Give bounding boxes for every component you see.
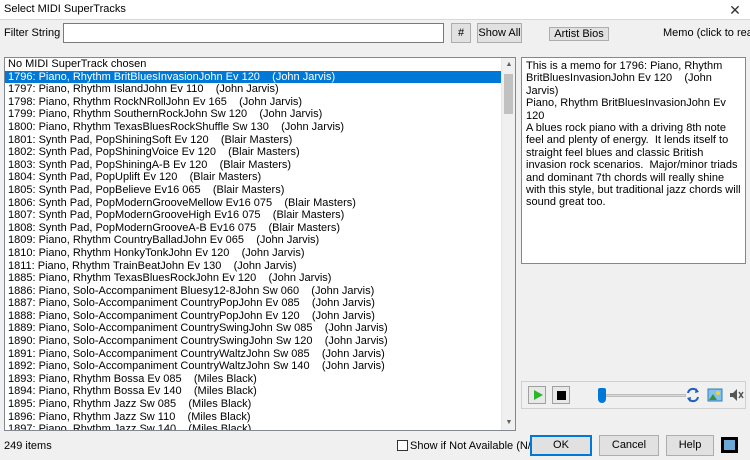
list-item[interactable]: 1809: Piano, Rhythm CountryBalladJohn Ev…	[5, 234, 502, 247]
list-item[interactable]: 1803: Synth Pad, PopShiningA-B Ev 120 (B…	[5, 159, 502, 172]
list-scrollbar[interactable]: ▲ ▼	[501, 58, 515, 430]
ok-button[interactable]: OK	[530, 435, 592, 456]
memo-line: A blues rock piano with a driving 8th no…	[526, 122, 741, 209]
item-count: 249 items	[4, 440, 52, 452]
list-item[interactable]: 1894: Piano, Rhythm Bossa Ev 140 (Miles …	[5, 385, 502, 398]
show-all-button[interactable]: Show All	[477, 23, 522, 43]
filter-label: Filter String	[4, 27, 61, 39]
list-item[interactable]: 1799: Piano, Rhythm SouthernRockJohn Sw …	[5, 108, 502, 121]
picture-icon	[707, 388, 723, 402]
scroll-down-icon[interactable]: ▼	[502, 416, 515, 430]
memo-line: This is a memo for 1796: Piano, Rhythm B…	[526, 60, 723, 97]
list-item[interactable]: 1804: Synth Pad, PopUplift Ev 120 (Blair…	[5, 171, 502, 184]
list-item[interactable]: 1897: Piano, Rhythm Jazz Sw 140 (Miles B…	[5, 423, 502, 430]
loop-icon	[687, 387, 699, 403]
loop-button[interactable]	[685, 387, 701, 403]
filter-input[interactable]	[63, 23, 444, 43]
player-controls	[521, 381, 746, 409]
stop-icon	[557, 391, 566, 400]
supertrack-list[interactable]: No MIDI SuperTrack chosen 1796: Piano, Rh…	[4, 57, 516, 431]
list-item[interactable]: 1885: Piano, Rhythm TexasBluesRockJohn E…	[5, 272, 502, 285]
list-item[interactable]: 1800: Piano, Rhythm TexasBluesRockShuffl…	[5, 121, 502, 134]
stop-button[interactable]	[552, 386, 570, 404]
list-item[interactable]: 1801: Synth Pad, PopShiningSoft Ev 120 (…	[5, 134, 502, 147]
playback-slider-thumb[interactable]	[598, 388, 606, 403]
list-item[interactable]: 1887: Piano, Solo-Accompaniment CountryP…	[5, 297, 502, 310]
list-item[interactable]: 1811: Piano, Rhythm TrainBeatJohn Ev 130…	[5, 260, 502, 273]
memo-line: Piano, Rhythm BritBluesInvasionJohn Ev 1…	[526, 97, 726, 122]
list-item[interactable]: 1806: Synth Pad, PopModernGrooveMellow E…	[5, 197, 502, 210]
supertrack-rows: No MIDI SuperTrack chosen 1796: Piano, Rh…	[5, 58, 502, 430]
memo-text: This is a memo for 1796: Piano, Rhythm B…	[526, 60, 741, 209]
list-item[interactable]: 1890: Piano, Solo-Accompaniment CountryS…	[5, 335, 502, 348]
memo-box[interactable]: This is a memo for 1796: Piano, Rhythm B…	[521, 57, 746, 264]
list-item[interactable]: 1810: Piano, Rhythm HonkyTonkJohn Ev 120…	[5, 247, 502, 260]
list-item[interactable]: 1805: Synth Pad, PopBelieve Ev16 065 (Bl…	[5, 184, 502, 197]
playback-slider-track[interactable]	[598, 394, 686, 397]
help-button[interactable]: Help	[666, 435, 714, 456]
artist-bios-button[interactable]: Artist Bios	[549, 27, 609, 41]
close-icon[interactable]: ✕	[720, 0, 750, 20]
list-item[interactable]: 1808: Synth Pad, PopModernGrooveA-B Ev16…	[5, 222, 502, 235]
title-bar: Select MIDI SuperTracks ✕	[0, 0, 750, 20]
show-na-checkbox[interactable]	[397, 440, 408, 451]
speaker-button[interactable]	[728, 387, 744, 403]
play-icon	[534, 390, 543, 400]
speaker-icon	[730, 389, 744, 401]
list-item[interactable]: 1802: Synth Pad, PopShiningVoice Ev 120 …	[5, 146, 502, 159]
play-button[interactable]	[528, 386, 546, 404]
list-item[interactable]: 1889: Piano, Solo-Accompaniment CountryS…	[5, 322, 502, 335]
list-item[interactable]: 1896: Piano, Rhythm Jazz Sw 110 (Miles B…	[5, 411, 502, 424]
list-item-none[interactable]: No MIDI SuperTrack chosen	[5, 58, 502, 71]
window-title: Select MIDI SuperTracks	[4, 3, 126, 15]
list-item[interactable]: 1886: Piano, Solo-Accompaniment Bluesy12…	[5, 285, 502, 298]
film-icon[interactable]	[721, 437, 738, 453]
scroll-up-icon[interactable]: ▲	[502, 58, 515, 72]
list-item[interactable]: 1891: Piano, Solo-Accompaniment CountryW…	[5, 348, 502, 361]
list-item[interactable]: 1797: Piano, Rhythm IslandJohn Ev 110 (J…	[5, 83, 502, 96]
hash-button[interactable]: #	[451, 23, 471, 43]
scrollbar-thumb[interactable]	[504, 74, 513, 114]
cancel-button[interactable]: Cancel	[599, 435, 659, 456]
list-item[interactable]: 1892: Piano, Solo-Accompaniment CountryW…	[5, 360, 502, 373]
list-item[interactable]: 1796: Piano, Rhythm BritBluesInvasionJoh…	[5, 70, 502, 84]
list-item[interactable]: 1798: Piano, Rhythm RockNRollJohn Ev 165…	[5, 96, 502, 109]
list-item[interactable]: 1807: Synth Pad, PopModernGrooveHigh Ev1…	[5, 209, 502, 222]
list-item[interactable]: 1895: Piano, Rhythm Jazz Sw 085 (Miles B…	[5, 398, 502, 411]
list-item[interactable]: 1888: Piano, Solo-Accompaniment CountryP…	[5, 310, 502, 323]
memo-hint: Memo (click to read)	[663, 27, 750, 39]
show-na-label[interactable]: Show if Not Available (N/A)	[410, 440, 542, 452]
picture-button[interactable]	[707, 387, 723, 403]
list-item[interactable]: 1893: Piano, Rhythm Bossa Ev 085 (Miles …	[5, 373, 502, 386]
